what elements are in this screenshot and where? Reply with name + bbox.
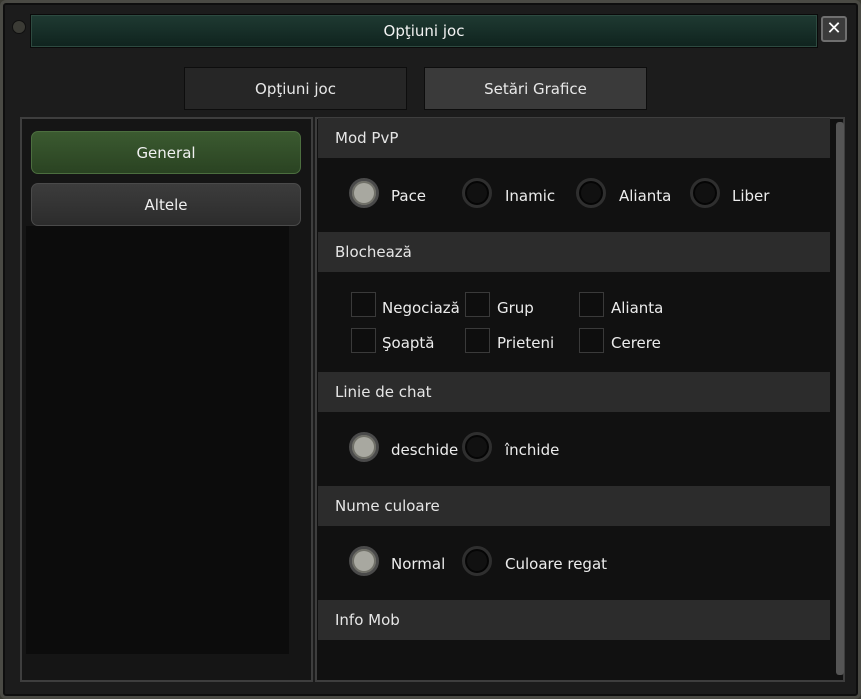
section-header-block: Blochează [318,232,830,272]
section-title: Info Mob [335,611,400,629]
sidebar-item-general[interactable]: General [31,131,301,174]
radio-pvp-alliance[interactable] [576,178,606,208]
radio-label: Pace [391,187,427,205]
radio-pvp-peace[interactable] [349,178,379,208]
radio-label: deschide [391,441,459,459]
radio-label: Normal [391,555,446,573]
checkbox-block-friends[interactable] [465,328,490,353]
tab-label: Opţiuni joc [255,79,336,98]
checkbox-block-trade[interactable] [351,292,376,317]
radio-name-kingdom-color[interactable] [462,546,492,576]
section-header-name-color: Nume culoare [318,486,830,526]
settings-scrollbar[interactable] [836,122,844,675]
sidebar-item-label: General [136,143,196,162]
checkbox-label: Grup [497,299,534,317]
radio-label: Culoare regat [505,555,608,573]
section-header-mob-info: Info Mob [318,600,830,640]
radio-pvp-enemy[interactable] [462,178,492,208]
tab-graphics-settings[interactable]: Setări Grafice [424,67,647,110]
section-title: Blochează [335,243,412,261]
section-title: Nume culoare [335,497,440,515]
radio-label: închide [505,441,560,459]
checkbox-label: Prieteni [497,334,555,352]
sidebar-item-other[interactable]: Altele [31,183,301,226]
checkbox-label: Alianta [611,299,664,317]
checkbox-block-alliance[interactable] [579,292,604,317]
window-corner-ornament [12,20,26,34]
sidebar-list-area [26,226,289,654]
section-title: Mod PvP [335,129,399,147]
radio-label: Inamic [505,187,556,205]
checkbox-block-request[interactable] [579,328,604,353]
close-button[interactable]: ✕ [821,16,847,42]
checkbox-block-whisper[interactable] [351,328,376,353]
checkbox-label: Cerere [611,334,661,352]
section-header-pvp: Mod PvP [318,118,830,158]
section-title: Linie de chat [335,383,432,401]
window-titlebar[interactable]: Opţiuni joc [30,14,818,48]
tab-label: Setări Grafice [484,79,587,98]
close-icon: ✕ [826,18,842,39]
section-header-chat: Linie de chat [318,372,830,412]
window-title: Opţiuni joc [383,22,465,40]
radio-label: Liber [732,187,770,205]
sidebar-item-label: Altele [144,195,188,214]
radio-chat-open[interactable] [349,432,379,462]
radio-label: Alianta [619,187,672,205]
checkbox-label: Şoaptă [382,334,435,352]
radio-name-normal[interactable] [349,546,379,576]
checkbox-block-group[interactable] [465,292,490,317]
checkbox-label: Negociază [382,299,460,317]
radio-chat-close[interactable] [462,432,492,462]
radio-pvp-free[interactable] [690,178,720,208]
tab-game-options[interactable]: Opţiuni joc [184,67,407,110]
